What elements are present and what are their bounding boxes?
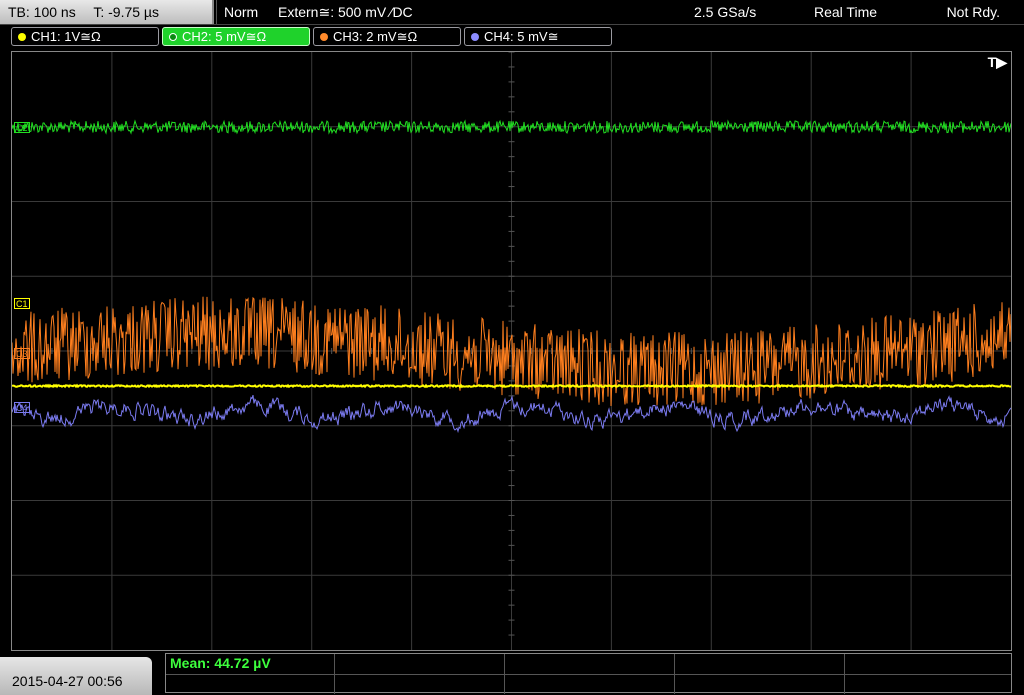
run-mode[interactable]: Real Time <box>814 0 877 24</box>
ch4-color-dot <box>471 33 479 41</box>
ch3-level-marker[interactable]: C3 <box>14 348 30 359</box>
measurement-panel[interactable]: Mean: 44.72 µV <box>165 653 1012 694</box>
measurement-row <box>166 654 1011 675</box>
channel-tab-ch1[interactable]: CH1: 1V≅Ω <box>11 27 159 46</box>
trigger-offset-value: T: -9.75 µs <box>93 4 159 20</box>
timebase-value: TB: 100 ns <box>8 4 76 20</box>
mean-measurement: Mean: 44.72 µV <box>170 655 271 671</box>
ch2-color-dot <box>169 33 177 41</box>
divider <box>216 0 217 24</box>
acquisition-status: Not Rdy. <box>946 4 1000 20</box>
ch4-level-marker[interactable]: C4 <box>14 402 30 413</box>
graticule-grid <box>12 52 1011 650</box>
graticule-and-traces <box>12 52 1011 650</box>
ch1-color-dot <box>18 33 26 41</box>
channel-bar: CH1: 1V≅Ω CH2: 5 mV≅Ω CH3: 2 mV≅Ω CH4: 5… <box>0 26 1024 48</box>
ch3-color-dot <box>320 33 328 41</box>
trigger-settings[interactable]: Extern≅: 500 mV ⁄DC <box>278 0 413 24</box>
date-time-display: 2015-04-27 00:56 <box>0 657 152 695</box>
status-bar: TB: 100 ns T: -9.75 µs Norm Extern≅: 500… <box>0 0 1024 25</box>
channel-tab-ch4[interactable]: CH4: 5 mV≅ <box>464 27 612 46</box>
ch1-level-marker[interactable]: C1 <box>14 298 30 309</box>
trigger-position-marker[interactable]: T▶ <box>988 54 1007 71</box>
date-time-value: 2015-04-27 00:56 <box>12 673 123 689</box>
ch1-label: CH1: 1V≅Ω <box>31 29 101 44</box>
ch3-label: CH3: 2 mV≅Ω <box>333 29 418 44</box>
timebase-panel[interactable]: TB: 100 ns T: -9.75 µs <box>0 0 214 24</box>
waveform-display[interactable]: T▶ C2 C1 C3 C4 <box>11 51 1012 651</box>
oscilloscope-screen: TB: 100 ns T: -9.75 µs Norm Extern≅: 500… <box>0 0 1024 695</box>
sample-rate: 2.5 GSa/s <box>694 4 757 20</box>
ch4-label: CH4: 5 mV≅ <box>484 29 559 44</box>
cell-divider <box>334 654 335 694</box>
channel-tab-ch2[interactable]: CH2: 5 mV≅Ω <box>162 27 310 46</box>
cell-divider <box>504 654 505 694</box>
channel-tab-ch3[interactable]: CH3: 2 mV≅Ω <box>313 27 461 46</box>
cell-divider <box>674 654 675 694</box>
acquisition-mode[interactable]: Norm <box>224 0 258 24</box>
ch2-label: CH2: 5 mV≅Ω <box>182 29 267 44</box>
ch2-level-marker[interactable]: C2 <box>14 122 30 133</box>
cell-divider <box>844 654 845 694</box>
